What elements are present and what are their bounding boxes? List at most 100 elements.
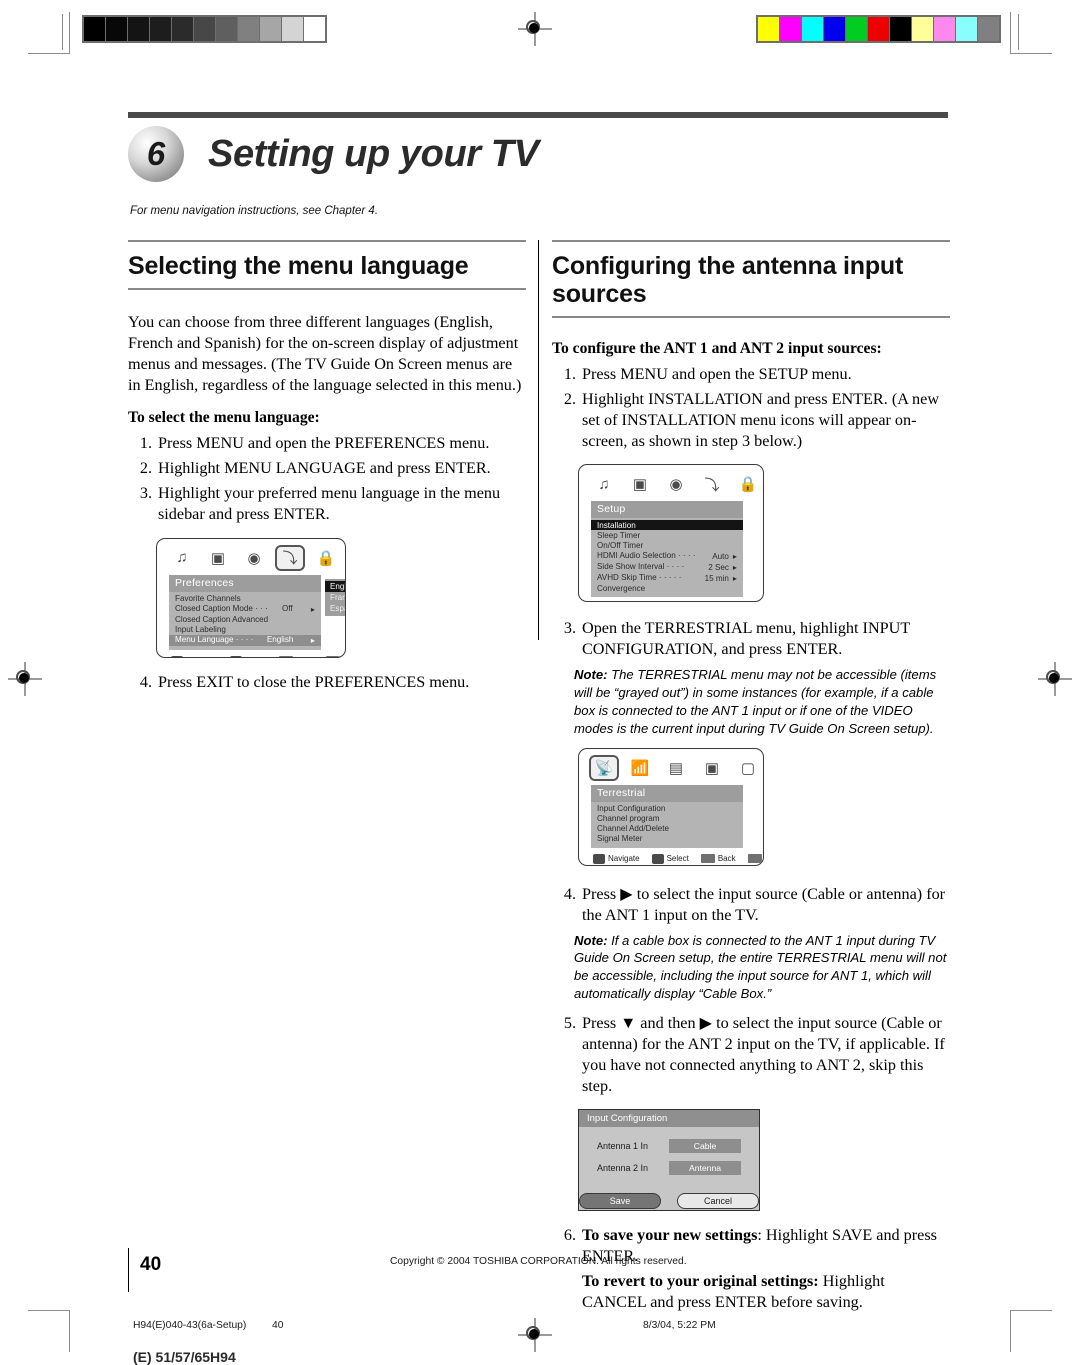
box-icon: ▢ [740,759,756,777]
osd-item-label: Convergence [597,583,646,593]
dpad-icon [229,655,242,657]
dialog-title: Input Configuration [579,1110,759,1128]
osd-menu-item[interactable]: Input Labeling [169,625,321,635]
crop-mark-bottom-right [1010,1310,1052,1352]
osd-menu-item[interactable]: HDMI Audio Selection · · · · Auto ▸ [591,550,743,561]
note-label: Note: [574,932,608,948]
osd-item-label: Input Configuration [597,804,666,814]
section-rule-top-left [128,240,526,242]
osd-menu-item[interactable]: Side Show Interval · · · · 2 Sec ▸ [591,561,743,572]
grayscale-swatch [238,17,260,41]
osd-menu-item[interactable]: Favorite Channels [169,594,321,604]
osd-panel-title: Setup [591,501,743,519]
manual-page: 6 Setting up your TV For menu navigation… [0,0,1080,1365]
antenna-icon[interactable]: 📡 [589,754,619,781]
osd-menu-item[interactable]: Signal Meter [591,834,743,844]
row-value-selector[interactable]: Cable [669,1139,741,1154]
step-item: 4. Press ▶ to select the input source (C… [552,884,950,926]
copyright-notice: Copyright © 2004 TOSHIBA CORPORATION. Al… [390,1256,687,1267]
input-configuration-dialog: Input Configuration Antenna 1 In Cable A… [578,1109,760,1212]
osd-menu-item[interactable]: Closed Caption Mode · · · Off ▸ [169,604,321,615]
step-number: 6. [563,1226,576,1245]
osd-icon-row: ♫ ▣ ◉ ⤵ 🔒 ▤ [157,539,345,573]
crop-mark-bottom-left [28,1310,70,1352]
section-rule-top-right [552,240,950,242]
chevron-right-icon: ▸ [732,551,737,561]
osd-item-label: HDMI Audio Selection · · · · [597,550,696,560]
chevron-right-icon: ▸ [310,636,315,645]
osd-legend: Navigate Select Back Exit [579,597,763,601]
page-title: Setting up your TV [208,132,539,175]
language-option-espanol[interactable]: Español [325,603,345,614]
legend-exit: Exit [325,656,345,657]
row-value-selector[interactable]: Antenna [669,1161,741,1176]
color-swatch [890,17,912,41]
legend-navigate: Navigate [171,655,218,657]
steps-list-right-3: 3. Open the TERRESTRIAL menu, highlight … [552,618,950,660]
osd-menu-item[interactable]: AVHD Skip Time · · · · · 15 min ▸ [591,572,743,583]
osd-item-value: 2 Sec [708,562,729,572]
osd-menu-item[interactable]: Channel program [591,814,743,824]
osd-menu-list: Favorite Channels Closed Caption Mode · … [169,592,321,650]
trim-bar-top-right [1018,14,1019,50]
chevron-right-icon: ▸ [732,562,737,572]
steps-list-left-continued: 4. Press EXIT to close the PREFERENCES m… [128,672,526,693]
language-option-francais[interactable]: Français [325,592,345,603]
legend-select: Select [229,655,267,657]
color-swatch [758,17,780,41]
osd-item-label: On/Off Timer [597,540,644,550]
osd-item-label: Installation [597,520,636,530]
osd-menu-item[interactable]: Sleep Timer [591,530,743,540]
audio-icon: ♫ [176,549,188,566]
grayscale-swatch [282,17,304,41]
grayscale-swatch [304,17,325,41]
osd-menu-item[interactable]: Convergence [591,583,743,593]
osd-menu-item[interactable]: Closed Caption Advanced [169,615,321,625]
video-icon: ▣ [210,549,226,567]
osd-item-label: Favorite Channels [175,594,241,603]
osd-menu-item-installation[interactable]: Installation [591,520,743,531]
osd-panel-title: Terrestrial [591,784,743,802]
osd-item-value: Auto [712,551,729,561]
print-meta-page: 40 [272,1320,284,1331]
osd-item-label: Menu Language · · · · [175,635,254,644]
color-swatch [846,17,868,41]
step-text: Press ▶ to select the input source (Cabl… [582,884,946,924]
osd-menu-item-input-configuration[interactable]: Input Configuration [591,804,743,814]
osd-item-label: Signal Meter [597,834,643,844]
step-item: 2. Highlight MENU LANGUAGE and press ENT… [128,458,526,479]
registration-mark-left [8,662,42,696]
osd-item-label: Closed Caption Advanced [175,615,269,624]
note-terrestrial-access: Note: The TERRESTRIAL menu may not be ac… [574,666,950,737]
grayscale-swatch [172,17,194,41]
color-swatch [978,17,999,41]
legend-navigate: Navigate [593,853,640,864]
note-text: The TERRESTRIAL menu may not be accessib… [574,667,937,736]
preferences-icon[interactable]: ⤵ [275,544,305,571]
grayscale-swatch [84,17,106,41]
chapter-header: 6 Setting up your TV [128,126,539,182]
osd-icon-row: 📡 📶 ▤ ▣ ▢ [579,749,763,783]
osd-legend: Navigate Select Back Exit [579,848,763,865]
language-option-english[interactable]: English [325,580,345,592]
satellite-icon: 📶 [630,759,650,777]
osd-item-label: Closed Caption Mode · · · [175,604,268,613]
color-swatch [934,17,956,41]
display-icon: ◉ [247,549,261,567]
color-swatch [802,17,824,41]
osd-menu-item[interactable]: On/Off Timer [591,540,743,550]
osd-menu-item[interactable]: Channel Add/Delete [591,824,743,834]
osd-menu-item-menu-language[interactable]: Menu Language · · · · English ▸ [169,634,321,646]
language-submenu: English Français Español [325,578,345,616]
section-title-menu-language: Selecting the menu language [128,252,469,280]
step-text: Highlight MENU LANGUAGE and press ENTER. [158,459,491,478]
grayscale-calibration-strip [82,15,327,43]
save-button[interactable]: Save [579,1193,661,1210]
audio-icon: ♫ [598,475,610,493]
step-text: Highlight your preferred menu language i… [158,484,501,524]
osd-item-label: Channel program [597,814,660,824]
chevron-right-icon: ▸ [310,605,315,614]
step-item: 3. Highlight your preferred menu languag… [128,483,526,525]
cancel-button[interactable]: Cancel [677,1193,759,1210]
step-item: 1. Press MENU and open the SETUP menu. [552,364,950,385]
